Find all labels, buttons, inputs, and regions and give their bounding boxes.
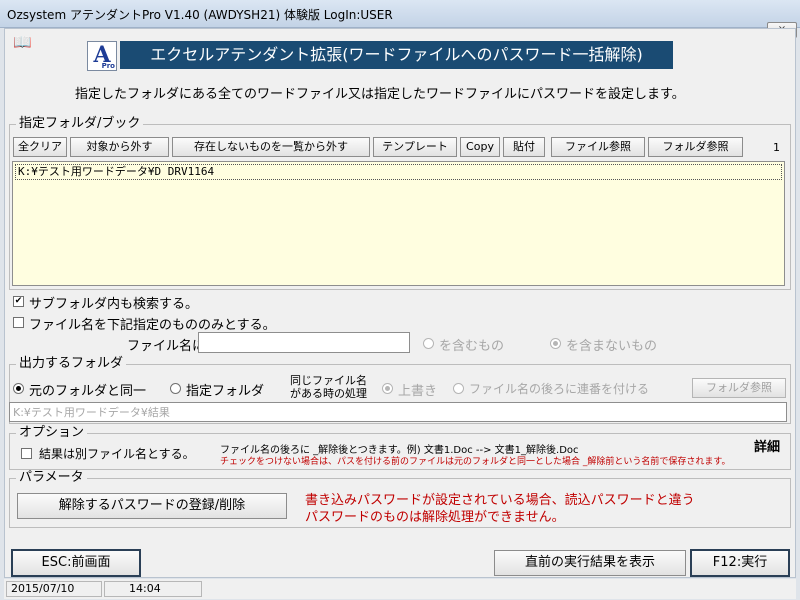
window-title: Ozsystem アテンダントPro V1.40 (AWDYSH21) 体験版 …	[7, 8, 393, 22]
specified-folder-radio[interactable]	[170, 383, 181, 394]
same-folder-radio[interactable]	[13, 383, 24, 394]
page-title: エクセルアテンダント拡張(ワードファイルへのパスワード一括解除)	[120, 41, 673, 69]
notice-line-2: パスワードのものは解除処理ができません。	[305, 510, 565, 525]
back-button[interactable]: ESC:前画面	[11, 549, 141, 577]
separate-name-label: 結果は別ファイル名とする。	[39, 447, 195, 461]
details-link[interactable]: 詳細	[754, 436, 780, 455]
title-bar: Ozsystem アテンダントPro V1.40 (AWDYSH21) 体験版 …	[0, 0, 800, 28]
status-time: 14:04	[104, 581, 202, 597]
target-list[interactable]: K:¥テスト用ワードデータ¥D DRV1164	[12, 161, 785, 286]
template-button[interactable]: テンプレート	[373, 137, 457, 157]
folder-browse-button[interactable]: フォルダ参照	[648, 137, 743, 157]
subfolder-label: サブフォルダ内も検索する。	[29, 297, 199, 312]
output-group-title: 出力するフォルダ	[16, 356, 127, 372]
show-result-button[interactable]: 直前の実行結果を表示	[494, 550, 686, 576]
output-path-input[interactable]: K:¥テスト用ワードデータ¥結果	[9, 402, 787, 422]
warning-line: チェックをつけない場合は、パスを付ける前のファイルは元のフォルダと同一とした場合…	[220, 457, 731, 467]
serial-radio[interactable]	[453, 383, 464, 394]
contains-label: を含むもの	[439, 339, 505, 354]
same-folder-label: 元のフォルダと同一	[29, 384, 147, 399]
item-count: 1	[773, 141, 780, 154]
execute-button[interactable]: F12:実行	[690, 549, 790, 577]
book-icon[interactable]: 📖	[13, 33, 32, 51]
filename-input[interactable]	[198, 332, 410, 353]
not-contains-label: を含まないもの	[566, 339, 658, 354]
logo-sub: Pro	[101, 62, 115, 70]
filename-label: ファイル名に	[127, 339, 206, 354]
clear-all-button[interactable]: 全クリア	[13, 137, 67, 157]
overwrite-radio[interactable]	[382, 383, 393, 394]
copy-button[interactable]: Copy	[460, 137, 500, 157]
app-logo: A Pro	[87, 41, 117, 71]
paste-button[interactable]: 貼付	[503, 137, 545, 157]
same-name-label-2: がある時の処理	[290, 387, 367, 400]
contains-radio[interactable]	[423, 338, 434, 349]
filename-filter-label: ファイル名を下記指定のもののみとする。	[29, 318, 276, 333]
not-contains-radio[interactable]	[550, 338, 561, 349]
register-password-button[interactable]: 解除するパスワードの登録/削除	[17, 493, 287, 519]
filename-filter-checkbox[interactable]	[13, 317, 24, 328]
list-item[interactable]: K:¥テスト用ワードデータ¥D DRV1164	[15, 164, 782, 180]
serial-label: ファイル名の後ろに連番を付ける	[469, 382, 650, 396]
status-bar: 2015/07/10 14:04	[4, 579, 796, 599]
main-panel: 📖 A Pro エクセルアテンダント拡張(ワードファイルへのパスワード一括解除)…	[4, 28, 796, 578]
params-group-title: パラメータ	[16, 470, 87, 486]
folder-group-title: 指定フォルダ/ブック	[16, 116, 144, 132]
status-date: 2015/07/10	[6, 581, 102, 597]
output-folder-browse-button[interactable]: フォルダ参照	[692, 378, 786, 398]
exclude-missing-button[interactable]: 存在しないものを一覧から外す	[172, 137, 370, 157]
page-description: 指定したフォルダにある全てのワードファイル又は指定したワードファイルにパスワード…	[75, 87, 685, 102]
subfolder-checkbox[interactable]: ✔	[13, 296, 24, 307]
specified-folder-label: 指定フォルダ	[186, 384, 265, 399]
file-browse-button[interactable]: ファイル参照	[551, 137, 645, 157]
overwrite-label: 上書き	[398, 384, 438, 399]
exclude-target-button[interactable]: 対象から外す	[70, 137, 169, 157]
options-group-title: オプション	[16, 425, 88, 441]
separate-name-checkbox[interactable]	[21, 448, 32, 459]
